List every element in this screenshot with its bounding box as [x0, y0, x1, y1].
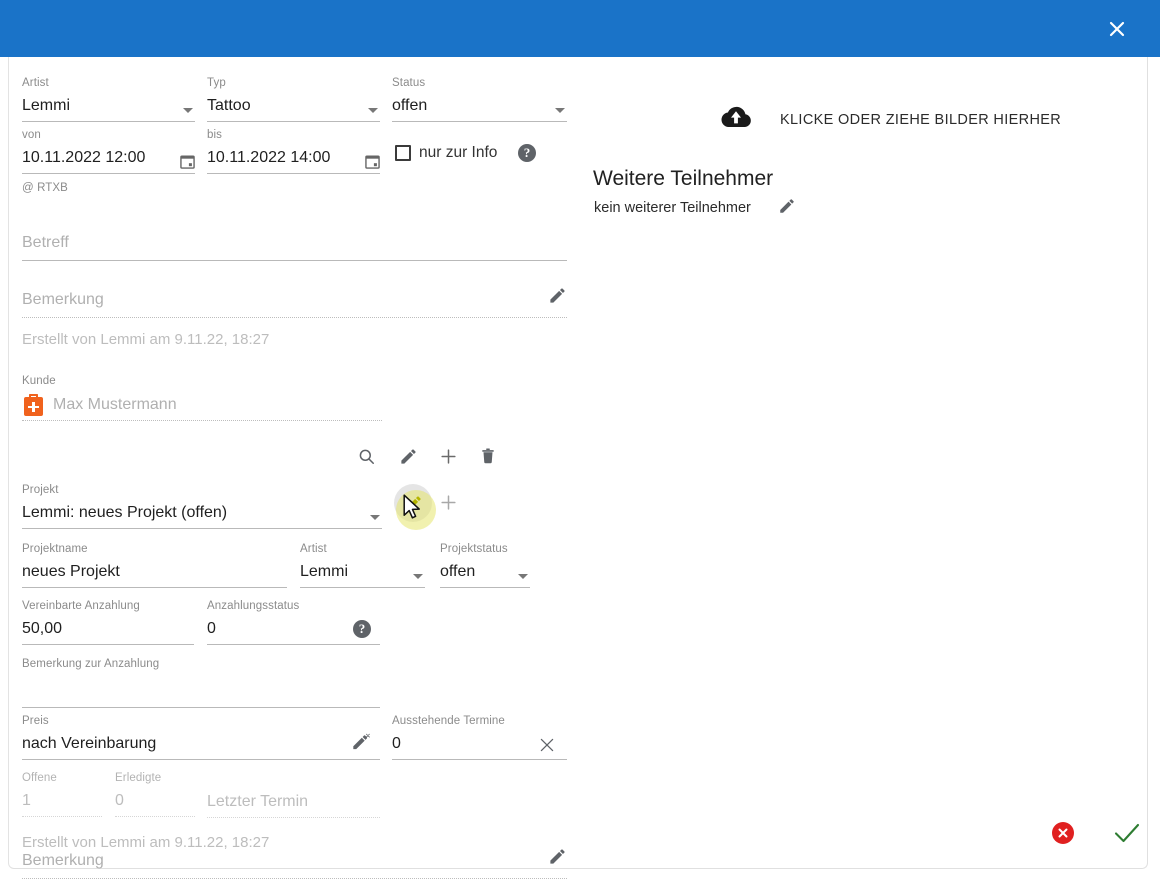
- check-icon: [1114, 823, 1140, 843]
- field-kunde-label: Kunde: [22, 375, 56, 387]
- field-artist-value: Lemmi: [22, 95, 195, 122]
- edit-icon[interactable]: [399, 447, 418, 466]
- edit-icon[interactable]: [778, 197, 796, 215]
- field-bis-value: 10.11.2022 14:00: [207, 147, 380, 174]
- edit-icon[interactable]: [404, 494, 423, 513]
- chevron-down-icon[interactable]: [368, 108, 378, 113]
- field-projektname-value: neues Projekt: [22, 561, 287, 588]
- search-icon[interactable]: [357, 447, 376, 466]
- field-location: @ RTXB: [22, 182, 68, 195]
- appointment-created-text: Erstellt von Lemmi am 9.11.22, 18:27: [22, 331, 270, 348]
- chevron-down-icon[interactable]: [183, 108, 193, 113]
- dropzone-label: KLICKE ODER ZIEHE BILDER HIERHER: [780, 111, 1062, 128]
- field-typ-value: Tattoo: [207, 95, 380, 122]
- field-artist-label: Artist: [22, 77, 49, 89]
- field-bis[interactable]: bis 10.11.2022 14:00: [207, 129, 380, 174]
- field-preis-value: nach Vereinbarung: [22, 733, 380, 760]
- clear-icon[interactable]: [539, 737, 555, 753]
- field-vereinbarte-anzahlung[interactable]: Vereinbarte Anzahlung 50,00: [22, 600, 194, 645]
- field-erledigte-label: Erledigte: [115, 772, 162, 784]
- field-bemerkung-anzahlung-label: Bemerkung zur Anzahlung: [22, 658, 160, 670]
- close-icon[interactable]: [1102, 14, 1132, 44]
- calendar-icon[interactable]: [365, 154, 380, 174]
- field-projektname[interactable]: Projektname neues Projekt: [22, 543, 287, 588]
- dialog-body: Artist Lemmi Typ Tattoo Status offen von…: [0, 57, 1160, 879]
- field-status-label: Status: [392, 77, 426, 89]
- field-kunde-value: Max Mustermann: [53, 396, 177, 413]
- chevron-down-icon[interactable]: [518, 574, 528, 579]
- field-von[interactable]: von 10.11.2022 12:00: [22, 129, 195, 174]
- field-ausstehende-termine-label: Ausstehende Termine: [392, 715, 505, 727]
- edit-icon[interactable]: [548, 847, 567, 866]
- field-betreff-placeholder: Betreff: [22, 232, 567, 261]
- field-projekt[interactable]: Projekt Lemmi: neues Projekt (offen): [22, 484, 382, 529]
- help-icon[interactable]: ?: [518, 144, 536, 162]
- field-anzahlungsstatus-label: Anzahlungsstatus: [207, 600, 300, 612]
- participants-value: kein weiterer Teilnehmer: [594, 200, 751, 216]
- field-von-label: von: [22, 129, 41, 141]
- chevron-down-icon[interactable]: [413, 574, 423, 579]
- projekt-created-text: Erstellt von Lemmi am 9.11.22, 18:27: [22, 834, 270, 851]
- field-bemerkung-termin-placeholder: Bemerkung: [22, 289, 567, 318]
- customer-icon: [24, 394, 43, 416]
- cancel-button[interactable]: [1052, 822, 1074, 844]
- field-status[interactable]: Status offen: [392, 77, 567, 122]
- edit-icon[interactable]: [548, 286, 567, 305]
- participants-title: Weitere Teilnehmer: [593, 167, 774, 190]
- add-icon[interactable]: [439, 493, 458, 512]
- field-projektstatus-label: Projektstatus: [440, 543, 508, 555]
- edit-clear-icon[interactable]: [351, 733, 371, 753]
- checkbox-nur-zur-info-label: nur zur Info: [419, 144, 498, 161]
- field-projektname-label: Projektname: [22, 543, 88, 555]
- field-ausstehende-termine[interactable]: Ausstehende Termine 0: [392, 715, 567, 760]
- delete-icon[interactable]: [479, 447, 497, 465]
- appointment-dialog: Artist Lemmi Typ Tattoo Status offen von…: [0, 0, 1160, 879]
- field-vereinbarte-anzahlung-label: Vereinbarte Anzahlung: [22, 600, 140, 612]
- confirm-button[interactable]: [1114, 822, 1140, 849]
- add-icon[interactable]: [439, 447, 458, 466]
- field-vereinbarte-anzahlung-value: 50,00: [22, 618, 194, 645]
- field-bis-label: bis: [207, 129, 223, 141]
- chevron-down-icon[interactable]: [370, 515, 380, 520]
- field-projektstatus[interactable]: Projektstatus offen: [440, 543, 530, 588]
- left-pane: Artist Lemmi Typ Tattoo Status offen von…: [0, 57, 590, 879]
- help-icon[interactable]: ?: [353, 620, 371, 638]
- field-status-value: offen: [392, 95, 567, 122]
- field-typ[interactable]: Typ Tattoo: [207, 77, 380, 122]
- image-dropzone[interactable]: KLICKE ODER ZIEHE BILDER HIERHER: [720, 105, 1061, 134]
- calendar-icon[interactable]: [180, 154, 195, 174]
- field-typ-label: Typ: [207, 77, 226, 89]
- field-projektstatus-value: offen: [440, 561, 530, 588]
- chevron-down-icon[interactable]: [555, 108, 565, 113]
- field-bemerkung-anzahlung[interactable]: Bemerkung zur Anzahlung: [22, 658, 380, 708]
- cloud-upload-icon: [720, 105, 752, 134]
- location-text: @ RTXB: [22, 182, 68, 194]
- right-pane: KLICKE ODER ZIEHE BILDER HIERHER Weitere…: [590, 57, 1150, 875]
- field-bemerkung-termin[interactable]: Bemerkung: [22, 286, 567, 318]
- field-projekt-value: Lemmi: neues Projekt (offen): [22, 502, 382, 529]
- field-artist[interactable]: Artist Lemmi: [22, 77, 195, 122]
- checkbox-nur-zur-info[interactable]: [395, 145, 411, 161]
- cancel-circle-icon: [1058, 828, 1068, 838]
- field-projekt-artist[interactable]: Artist Lemmi: [300, 543, 425, 588]
- field-projekt-artist-label: Artist: [300, 543, 327, 555]
- field-projekt-label: Projekt: [22, 484, 59, 496]
- field-projekt-artist-value: Lemmi: [300, 561, 425, 588]
- dialog-titlebar: [0, 0, 1160, 57]
- field-offene-label: Offene: [22, 772, 57, 784]
- field-preis[interactable]: Preis nach Vereinbarung: [22, 715, 380, 760]
- field-von-value: 10.11.2022 12:00: [22, 147, 195, 174]
- field-preis-label: Preis: [22, 715, 49, 727]
- field-kunde[interactable]: Kunde Max Mustermann: [22, 375, 382, 421]
- field-betreff[interactable]: Betreff: [22, 232, 567, 261]
